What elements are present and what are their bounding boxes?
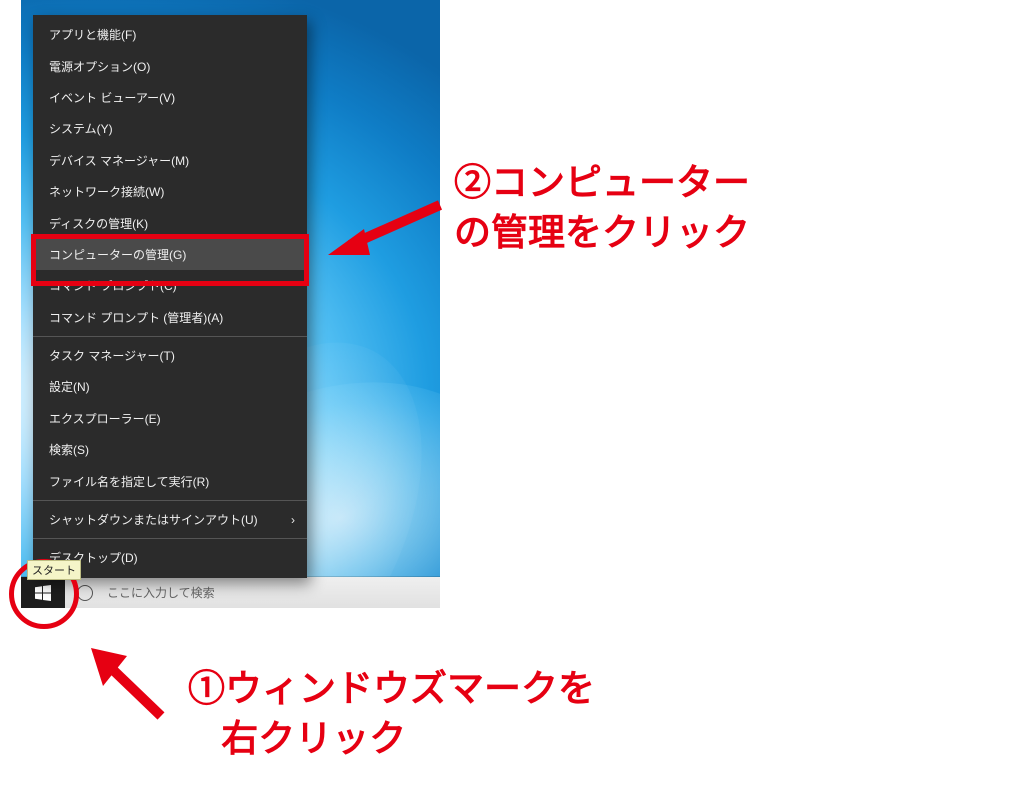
menu-separator [33,336,307,337]
menu-item-7[interactable]: コンピューターの管理(G) [33,239,307,270]
menu-item-9[interactable]: コマンド プロンプト (管理者)(A) [33,302,307,333]
menu-item-14[interactable]: ファイル名を指定して実行(R) [33,465,307,496]
menu-item-5[interactable]: ネットワーク接続(W) [33,176,307,207]
chevron-right-icon: › [291,513,295,527]
taskbar-search-input[interactable]: ここに入力して検索 [105,584,440,601]
start-button[interactable] [21,577,65,608]
cortana-ring-icon [77,585,93,601]
annotation-text-step1-line1: ①ウィンドウズマークを [188,668,595,709]
taskbar: ここに入力して検索 [21,577,440,608]
menu-item-0[interactable]: アプリと機能(F) [33,19,307,50]
menu-item-15[interactable]: シャットダウンまたはサインアウト(U)› [33,504,307,535]
windows-logo-icon [35,585,51,601]
annotation-text-step1: ①ウィンドウズマークを 右クリック [188,664,595,764]
menu-item-3[interactable]: システム(Y) [33,113,307,144]
annotation-arrow-step1 [81,638,181,738]
menu-item-13[interactable]: 検索(S) [33,434,307,465]
menu-item-2[interactable]: イベント ビューアー(V) [33,82,307,113]
annotation-text-step1-line2: 右クリック [188,718,406,759]
menu-separator [33,538,307,539]
menu-item-1[interactable]: 電源オプション(O) [33,50,307,81]
menu-item-4[interactable]: デバイス マネージャー(M) [33,145,307,176]
menu-item-16[interactable]: デスクトップ(D) [33,542,307,573]
annotation-text-step2: ②コンピューター の管理をクリック [454,158,750,258]
menu-item-8[interactable]: コマンド プロンプト(C) [33,270,307,301]
annotation-text-step2-line1: ②コンピューター [454,162,750,203]
winx-context-menu: アプリと機能(F)電源オプション(O)イベント ビューアー(V)システム(Y)デ… [33,15,307,578]
annotation-text-step2-line2: の管理をクリック [454,212,750,253]
menu-item-11[interactable]: 設定(N) [33,371,307,402]
menu-item-10[interactable]: タスク マネージャー(T) [33,340,307,371]
cortana-button[interactable] [65,577,105,608]
menu-item-6[interactable]: ディスクの管理(K) [33,207,307,238]
menu-item-12[interactable]: エクスプローラー(E) [33,403,307,434]
menu-separator [33,500,307,501]
